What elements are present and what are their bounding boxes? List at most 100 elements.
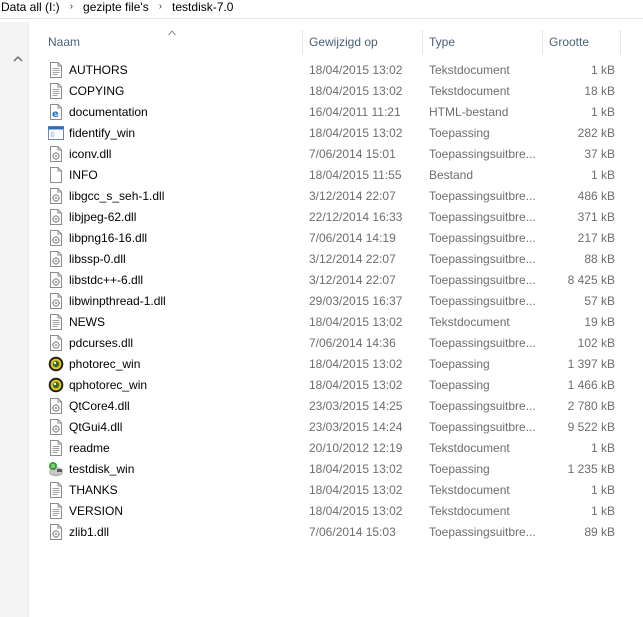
file-type: Toepassingsuitbre...	[429, 251, 536, 266]
file-type: Toepassingsuitbre...	[429, 398, 536, 413]
file-row[interactable]: libstdc++-6.dll 3/12/2014 22:07 Toepassing…	[40, 269, 621, 290]
column-header-size[interactable]: Grootte	[543, 30, 621, 54]
file-name-cell[interactable]: pdcurses.dll	[40, 334, 303, 351]
breadcrumb-drive[interactable]: Data all (I:)	[0, 0, 61, 14]
file-type: Toepassingsuitbre...	[429, 293, 536, 308]
file-name-cell[interactable]: libssp-0.dll	[40, 250, 303, 267]
file-name: COPYING	[69, 83, 125, 98]
file-size: 1 kB	[590, 503, 615, 518]
file-row[interactable]: photorec_win 18/04/2015 13:02 Toepassing 1 …	[40, 353, 621, 374]
file-size: 1 kB	[590, 62, 615, 77]
file-row[interactable]: NEWS 18/04/2015 13:02 Tekstdocument 19 kB	[40, 311, 621, 332]
file-name: VERSION	[69, 503, 124, 518]
file-modified: 18/04/2015 13:02	[309, 356, 403, 371]
file-type: Toepassing	[429, 461, 490, 476]
file-name-cell[interactable]: libstdc++-6.dll	[40, 271, 303, 288]
file-name-cell[interactable]: COPYING	[40, 82, 303, 99]
file-modified: 18/04/2015 13:02	[309, 461, 403, 476]
file-row[interactable]: zlib1.dll 7/06/2014 15:03 Toepassingsuitbr…	[40, 521, 621, 542]
file-row[interactable]: libssp-0.dll 3/12/2014 22:07 Toepassingsui…	[40, 248, 621, 269]
file-row[interactable]: THANKS 18/04/2015 13:02 Tekstdocument 1 kB	[40, 479, 621, 500]
file-name-cell[interactable]: NEWS	[40, 313, 303, 330]
file-name-cell[interactable]: THANKS	[40, 481, 303, 498]
text-file-icon	[48, 313, 64, 330]
svg-text:e: e	[52, 109, 59, 120]
file-row[interactable]: e documentation 16/04/2011 11:21 HTML-besta…	[40, 101, 621, 122]
file-row[interactable]: QtCore4.dll 23/03/2015 14:25 Toepassingsui…	[40, 395, 621, 416]
file-size: 1 kB	[590, 440, 615, 455]
file-type: Toepassingsuitbre...	[429, 524, 536, 539]
column-header-modified[interactable]: Gewijzigd op	[303, 30, 423, 54]
file-name: AUTHORS	[69, 62, 128, 77]
file-row[interactable]: QtGui4.dll 23/03/2015 14:24 Toepassingsuit…	[40, 416, 621, 437]
file-type: Toepassingsuitbre...	[429, 419, 536, 434]
dll-file-icon	[48, 145, 64, 162]
file-row[interactable]: fidentify_win 18/04/2015 13:02 Toepassing 2…	[40, 122, 621, 143]
text-file-icon	[48, 61, 64, 78]
file-name-cell[interactable]: photorec_win	[40, 356, 303, 372]
file-row[interactable]: qphotorec_win 18/04/2015 13:02 Toepassing 1…	[40, 374, 621, 395]
file-name-cell[interactable]: qphotorec_win	[40, 377, 303, 393]
file-name-cell[interactable]: AUTHORS	[40, 61, 303, 78]
file-name-cell[interactable]: testdisk_win	[40, 461, 303, 477]
file-size: 9 522 kB	[567, 419, 615, 434]
file-name-cell[interactable]: zlib1.dll	[40, 523, 303, 540]
file-name-cell[interactable]: INFO	[40, 166, 303, 183]
file-size: 18 kB	[584, 83, 615, 98]
file-row[interactable]: INFO 18/04/2015 11:55 Bestand 1 kB	[40, 164, 621, 185]
file-size: 2 780 kB	[567, 398, 615, 413]
file-row[interactable]: pdcurses.dll 7/06/2014 14:36 Toepassingsui…	[40, 332, 621, 353]
file-name-cell[interactable]: VERSION	[40, 502, 303, 519]
file-modified: 20/10/2012 12:19	[309, 440, 403, 455]
file-row[interactable]: COPYING 18/04/2015 13:02 Tekstdocument 18 k…	[40, 80, 621, 101]
file-modified: 18/04/2015 13:02	[309, 377, 403, 392]
file-modified: 3/12/2014 22:07	[309, 251, 396, 266]
file-type: Toepassingsuitbre...	[429, 230, 536, 245]
file-name-cell[interactable]: libgcc_s_seh-1.dll	[40, 187, 303, 204]
file-name-cell[interactable]: QtCore4.dll	[40, 397, 303, 414]
scroll-up-arrow-icon[interactable]	[13, 53, 23, 63]
file-row[interactable]: libgcc_s_seh-1.dll 3/12/2014 22:07 Toepass…	[40, 185, 621, 206]
sort-ascending-icon	[168, 25, 176, 36]
file-type: Toepassingsuitbre...	[429, 272, 536, 287]
file-row[interactable]: readme 20/10/2012 12:19 Tekstdocument 1 kB	[40, 437, 621, 458]
file-row[interactable]: VERSION 18/04/2015 13:02 Tekstdocument 1 kB	[40, 500, 621, 521]
application-icon	[48, 125, 64, 141]
breadcrumb-folder-testdisk[interactable]: testdisk-7.0	[171, 0, 234, 14]
file-row[interactable]: AUTHORS 18/04/2015 13:02 Tekstdocument 1 kB	[40, 59, 621, 80]
navigation-pane[interactable]	[0, 22, 29, 617]
column-header-modified-label: Gewijzigd op	[309, 35, 378, 49]
file-size: 217 kB	[577, 230, 615, 245]
file-name-cell[interactable]: fidentify_win	[40, 125, 303, 141]
file-row[interactable]: libjpeg-62.dll 22/12/2014 16:33 Toepassing…	[40, 206, 621, 227]
file-row[interactable]: testdisk_win 18/04/2015 13:02 Toepassing 1 …	[40, 458, 621, 479]
dll-file-icon	[48, 334, 64, 351]
breadcrumb-folder-gezipte[interactable]: gezipte file's	[82, 0, 150, 14]
file-name-cell[interactable]: iconv.dll	[40, 145, 303, 162]
column-header-name[interactable]: Naam	[40, 30, 303, 54]
file-type: Tekstdocument	[429, 83, 510, 98]
file-modified: 7/06/2014 14:36	[309, 335, 396, 350]
file-modified: 3/12/2014 22:07	[309, 188, 396, 203]
file-type: Toepassing	[429, 125, 490, 140]
file-row[interactable]: libpng16-16.dll 7/06/2014 14:19 Toepassing…	[40, 227, 621, 248]
file-name: zlib1.dll	[69, 524, 110, 539]
file-name-cell[interactable]: libpng16-16.dll	[40, 229, 303, 246]
file-name-cell[interactable]: QtGui4.dll	[40, 418, 303, 435]
file-name-cell[interactable]: libwinpthread-1.dll	[40, 292, 303, 309]
file-size: 1 397 kB	[567, 356, 615, 371]
file-name-cell[interactable]: readme	[40, 439, 303, 456]
photorec-app-icon	[48, 377, 64, 393]
dll-file-icon	[48, 292, 64, 309]
file-name-cell[interactable]: e documentation	[40, 103, 303, 120]
file-name: iconv.dll	[69, 146, 112, 161]
dll-file-icon	[48, 418, 64, 435]
column-header-type[interactable]: Type	[423, 30, 543, 54]
file-row[interactable]: libwinpthread-1.dll 29/03/2015 16:37 Toepa…	[40, 290, 621, 311]
file-row[interactable]: iconv.dll 7/06/2014 15:01 Toepassingsuitbr…	[40, 143, 621, 164]
file-type: HTML-bestand	[429, 104, 509, 119]
column-divider[interactable]	[620, 30, 621, 54]
file-name-cell[interactable]: libjpeg-62.dll	[40, 208, 303, 225]
file-size: 1 kB	[590, 104, 615, 119]
file-name: fidentify_win	[69, 125, 136, 140]
